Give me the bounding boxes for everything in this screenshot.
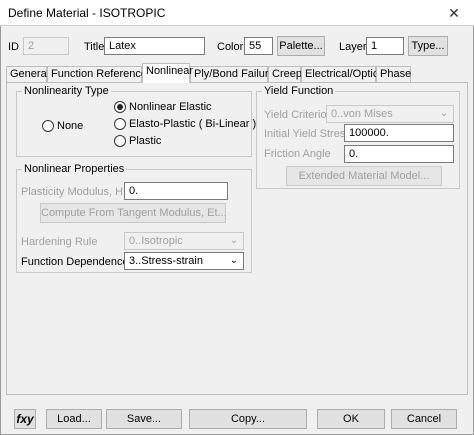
radio-none[interactable] [42, 120, 54, 132]
tab-ply-bond-failure[interactable]: Ply/Bond Failure [190, 66, 275, 82]
palette-button[interactable]: Palette... [277, 36, 325, 56]
chevron-down-icon: ⌄ [229, 235, 239, 246]
tab-electrical-optical[interactable]: Electrical/Optical [301, 66, 387, 82]
radio-elasto-plastic-label: Elasto-Plastic ( Bi-Linear ) [129, 118, 257, 130]
function-xy-icon[interactable]: fxy [14, 409, 36, 429]
radio-plastic-label: Plastic [129, 135, 162, 147]
title-bar: Define Material - ISOTROPIC ✕ [0, 0, 474, 26]
radio-none-label: None [57, 120, 84, 132]
hardening-rule-value: 0..Isotropic [129, 235, 183, 247]
id-label: ID [8, 41, 19, 53]
nonlinear-properties-title: Nonlinear Properties [22, 163, 127, 175]
title-field[interactable]: Latex [104, 37, 205, 55]
yield-criterion-value: 0..von Mises [331, 108, 393, 120]
radio-plastic[interactable] [114, 135, 126, 147]
chevron-down-icon: ⌄ [439, 108, 449, 119]
color-field[interactable]: 55 [244, 37, 273, 55]
hardening-rule-select: 0..Isotropic ⌄ [124, 232, 244, 250]
initial-yield-stress-field[interactable]: 100000. [344, 124, 454, 142]
load-button[interactable]: Load... [46, 409, 102, 429]
type-button[interactable]: Type... [408, 36, 448, 56]
function-dependence-value: 3..Stress-strain [129, 255, 203, 267]
tab-function-references[interactable]: Function References [47, 66, 153, 82]
tab-general[interactable]: General [6, 66, 49, 82]
radio-elasto-plastic[interactable] [114, 118, 126, 130]
compute-from-tangent-button[interactable]: Compute From Tangent Modulus, Et... [40, 203, 227, 223]
radio-nonlinear-elastic[interactable] [114, 101, 126, 113]
save-button[interactable]: Save... [106, 409, 182, 429]
plasticity-modulus-field[interactable]: 0. [124, 182, 228, 200]
radio-nonlinear-elastic-label: Nonlinear Elastic [129, 101, 212, 113]
function-dependence-label: Function Dependence [21, 256, 129, 268]
yield-criterion-select: 0..von Mises ⌄ [326, 105, 454, 123]
layer-label: Layer [339, 41, 367, 53]
id-field: 2 [23, 37, 69, 55]
cancel-button[interactable]: Cancel [391, 409, 457, 429]
plasticity-modulus-label: Plasticity Modulus, H [21, 186, 124, 198]
extended-material-model-button[interactable]: Extended Material Model... [286, 166, 442, 186]
initial-yield-stress-label: Initial Yield Stress [264, 128, 351, 140]
tab-nonlinear[interactable]: Nonlinear [142, 63, 193, 83]
layer-field[interactable]: 1 [366, 37, 404, 55]
hardening-rule-label: Hardening Rule [21, 236, 98, 248]
tab-creep[interactable]: Creep [268, 66, 302, 82]
yield-criterion-label: Yield Criterion [264, 109, 333, 121]
friction-angle-field[interactable]: 0. [344, 145, 454, 163]
close-icon[interactable]: ✕ [440, 3, 468, 23]
nonlinearity-type-title: Nonlinearity Type [22, 85, 111, 97]
chevron-down-icon: ⌄ [229, 255, 239, 266]
function-dependence-select[interactable]: 3..Stress-strain ⌄ [124, 252, 244, 270]
copy-button[interactable]: Copy... [189, 409, 307, 429]
color-label: Color [217, 41, 244, 53]
title-label: Title [84, 41, 105, 53]
friction-angle-label: Friction Angle [264, 148, 331, 160]
tab-phase[interactable]: Phase [376, 66, 411, 82]
ok-button[interactable]: OK [317, 409, 385, 429]
window-title: Define Material - ISOTROPIC [8, 6, 166, 20]
yield-function-title: Yield Function [262, 85, 336, 97]
